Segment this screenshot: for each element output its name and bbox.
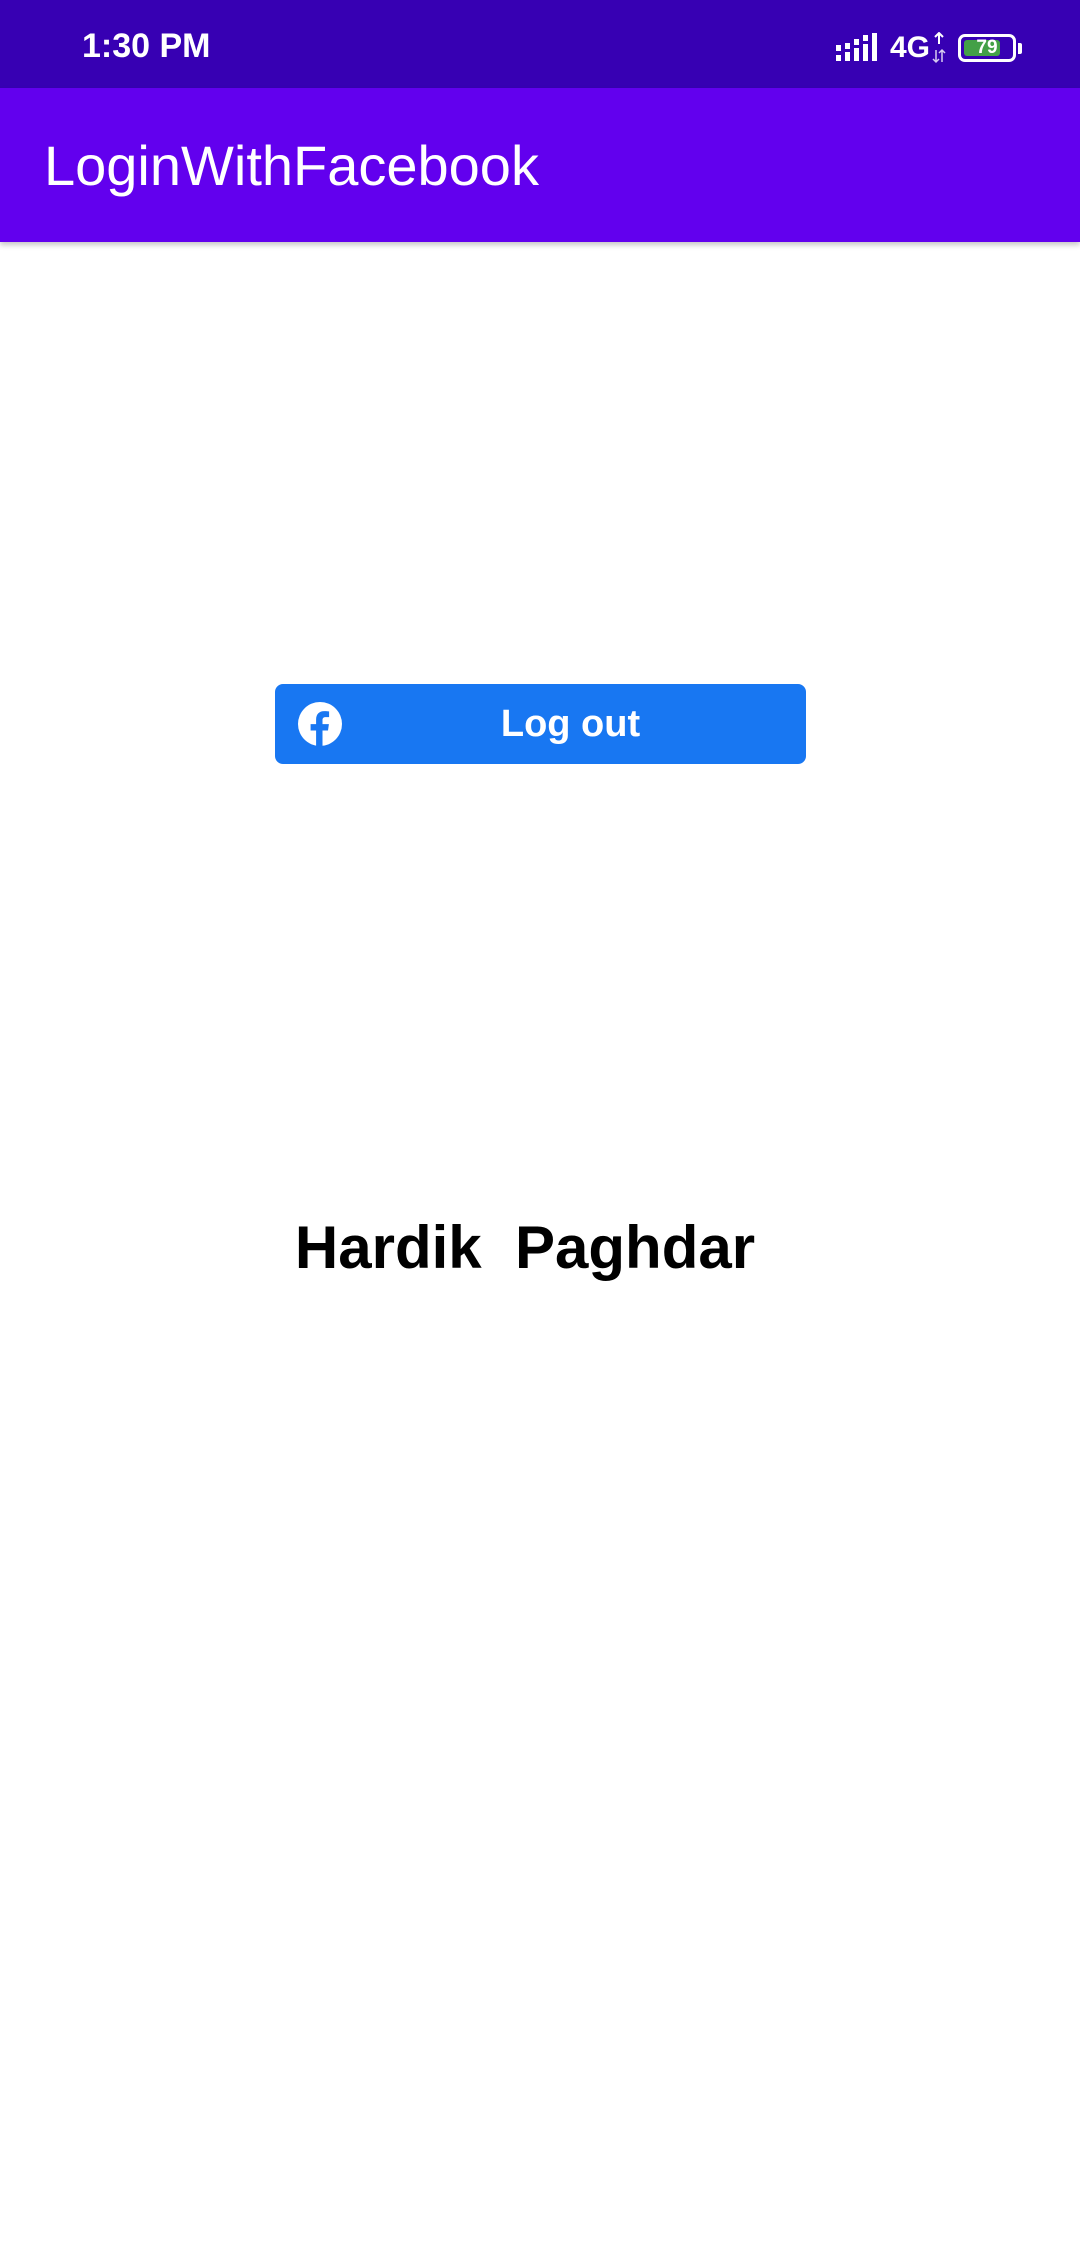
status-time: 1:30 PM — [82, 27, 211, 65]
status-bar: 1:30 PM 4G 79 — [0, 0, 1080, 88]
battery-tip — [1018, 42, 1022, 54]
battery-icon: 79 — [958, 34, 1016, 62]
network-type-label: 4G — [889, 31, 930, 64]
status-icons: 4G 79 — [834, 28, 1022, 68]
app-title: LoginWithFacebook — [44, 134, 539, 197]
logout-button[interactable]: Log out — [275, 684, 806, 764]
battery-level: 79 — [976, 37, 998, 58]
network-arrows-icon — [932, 32, 946, 64]
app-bar: LoginWithFacebook — [0, 88, 1080, 242]
signal-icon — [835, 33, 877, 61]
logout-button-label: Log out — [500, 703, 641, 745]
user-name: Hardik Paghdar — [294, 1214, 756, 1281]
